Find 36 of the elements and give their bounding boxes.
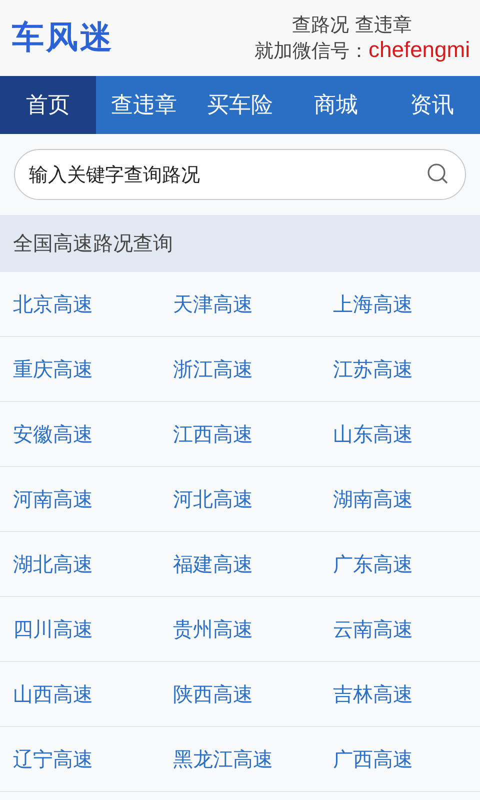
wechat-label: 就加微信号： — [254, 39, 368, 63]
logo: 车风迷 — [12, 17, 114, 58]
highway-link[interactable]: 山西高速 — [0, 662, 160, 726]
highway-link[interactable]: 辽宁高速 — [0, 727, 160, 791]
highway-link[interactable]: 湖南高速 — [320, 467, 480, 531]
highway-link[interactable]: 黑龙江高速 — [160, 727, 320, 791]
highway-link[interactable]: 湖北高速 — [0, 532, 160, 596]
highway-link[interactable]: 吉林高速 — [320, 662, 480, 726]
highway-link[interactable]: 河南高速 — [0, 467, 160, 531]
nav-tab[interactable]: 买车险 — [192, 76, 288, 134]
wechat-id: chefengmi — [368, 37, 470, 63]
tagline: 查路况 查违章 — [292, 13, 412, 37]
highway-link[interactable]: 天津高速 — [160, 272, 320, 336]
highway-link[interactable]: 陕西高速 — [160, 662, 320, 726]
search-field[interactable]: 输入关键字查询路况 — [14, 149, 466, 200]
highway-link[interactable]: 上海高速 — [320, 272, 480, 336]
nav-tab[interactable]: 资讯 — [384, 76, 480, 134]
highway-link[interactable]: 北京高速 — [0, 272, 160, 336]
highway-link[interactable]: 安徽高速 — [0, 402, 160, 466]
highway-link[interactable]: 广西高速 — [320, 727, 480, 791]
highway-link[interactable]: 四川高速 — [0, 597, 160, 661]
highway-link[interactable]: 福建高速 — [160, 532, 320, 596]
highway-link[interactable]: 贵州高速 — [160, 597, 320, 661]
section-title: 全国高速路况查询 — [0, 215, 480, 272]
highway-link[interactable]: 江苏高速 — [320, 337, 480, 401]
highway-link[interactable]: 山东高速 — [320, 402, 480, 466]
nav-tab[interactable]: 商城 — [288, 76, 384, 134]
highway-link[interactable]: 广东高速 — [320, 532, 480, 596]
highway-link[interactable]: 云南高速 — [320, 597, 480, 661]
nav-tab[interactable]: 查违章 — [96, 76, 192, 134]
nav-tab[interactable]: 首页 — [0, 76, 96, 134]
highway-link[interactable]: 江西高速 — [160, 402, 320, 466]
highway-link[interactable]: 重庆高速 — [0, 337, 160, 401]
search-icon[interactable] — [426, 162, 450, 186]
highway-link[interactable]: 浙江高速 — [160, 337, 320, 401]
highway-link[interactable]: 河北高速 — [160, 467, 320, 531]
